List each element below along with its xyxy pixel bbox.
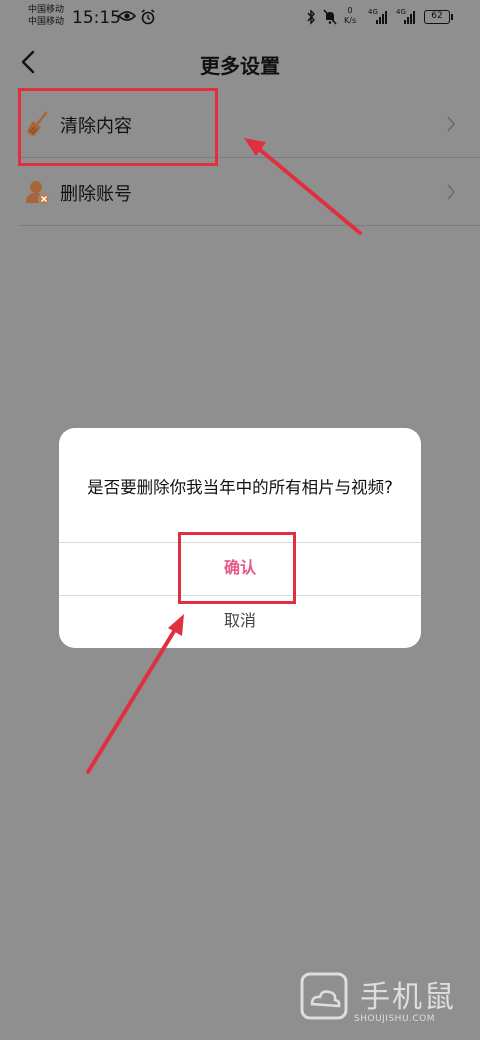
highlight-box-confirm	[178, 532, 296, 604]
mute-bell-icon	[322, 9, 338, 29]
carrier-2: 中国移动	[28, 17, 65, 27]
signal-1-icon: 4G	[368, 8, 390, 24]
status-bar: 中国移动 中国移动 15:15 0 K/s 4G 4G 62	[0, 0, 480, 36]
chevron-right-icon	[446, 184, 456, 200]
alarm-icon	[140, 9, 156, 29]
signal-2-icon: 4G	[396, 8, 418, 24]
chevron-right-icon	[446, 116, 456, 132]
net-speed-unit: K/s	[344, 16, 357, 25]
net-speed: 0 K/s	[344, 6, 356, 26]
highlight-box-clear-content	[18, 88, 218, 166]
net-speed-value: 0	[347, 6, 353, 15]
watermark-subtext: SHOUJISHU.COM	[354, 1014, 436, 1024]
eye-icon	[117, 9, 137, 27]
status-time: 15:15	[72, 8, 121, 28]
carrier-1: 中国移动	[28, 5, 65, 15]
header: 更多设置	[0, 44, 480, 84]
settings-item-label: 删除账号	[60, 184, 132, 205]
carrier-label: 中国移动 中国移动	[28, 4, 64, 28]
page-title: 更多设置	[200, 54, 280, 78]
battery-icon: 62	[424, 10, 453, 24]
watermark-text: 手机鼠	[360, 980, 456, 1015]
cloud-logo-icon	[300, 972, 348, 1020]
watermark: 手机鼠 SHOUJISHU.COM	[298, 970, 468, 1030]
dialog-message: 是否要删除你我当年中的所有相片与视频?	[87, 478, 393, 497]
bluetooth-icon	[306, 9, 316, 29]
settings-item-delete-account[interactable]: 删除账号	[18, 158, 480, 226]
user-remove-icon	[24, 178, 52, 206]
